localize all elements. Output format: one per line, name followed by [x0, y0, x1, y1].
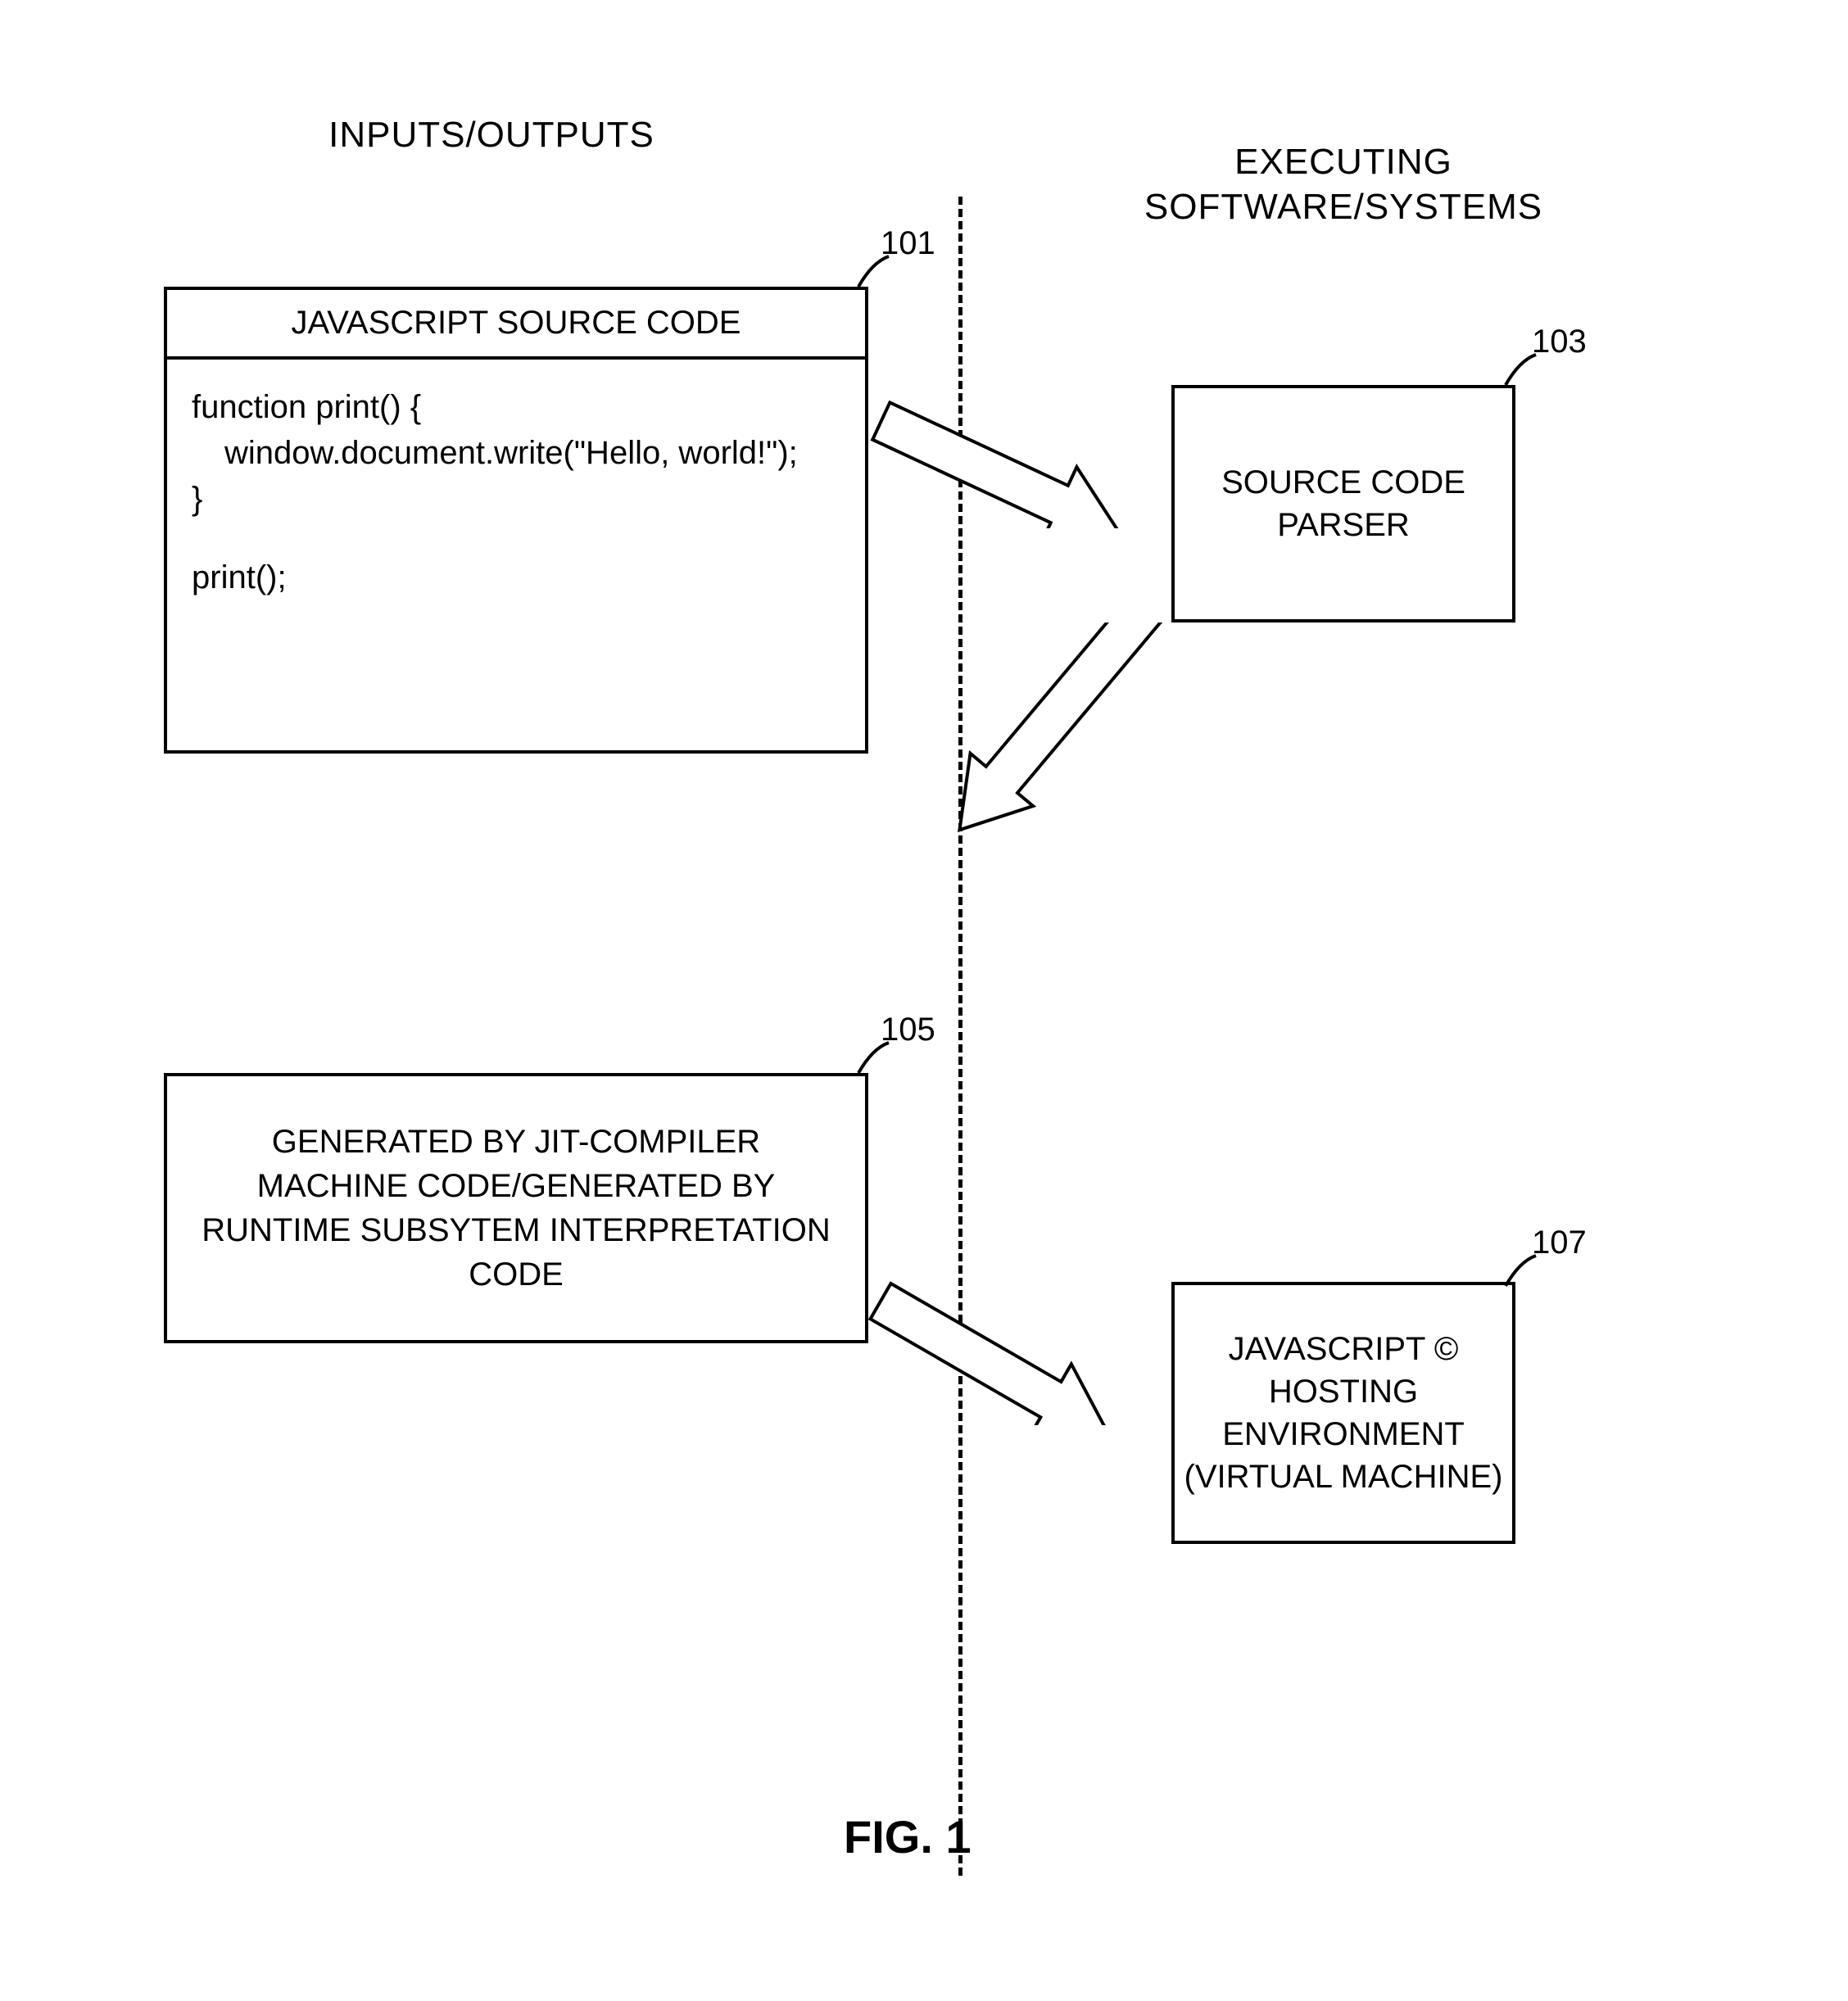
box101-title: JAVASCRIPT SOURCE CODE	[167, 290, 865, 360]
box107-text: JAVASCRIPT © HOSTING ENVIRONMENT (VIRTUA…	[1176, 1320, 1511, 1506]
box103-text: SOURCE CODE PARSER	[1175, 461, 1512, 546]
heading-right-text: EXECUTING SOFTWARE/SYSTEMS	[1144, 142, 1542, 227]
leader-101	[852, 250, 901, 299]
arrow-105-to-107	[868, 1245, 1180, 1425]
arrow-101-to-103	[868, 364, 1180, 528]
box-generated-jit: GENERATED BY JIT-COMPILER MACHINE CODE/G…	[164, 1073, 868, 1343]
code-line-3: }	[192, 476, 840, 522]
heading-executing-systems: EXECUTING SOFTWARE/SYSTEMS	[1130, 94, 1556, 229]
code-line-1: function print() {	[192, 384, 840, 430]
figure-label: FIG. 1	[844, 1810, 972, 1863]
code-line-2: window.document.write("Hello, world!");	[192, 430, 840, 476]
box101-code-body: function print() { window.document.write…	[167, 360, 865, 625]
arrow-103-to-105	[860, 622, 1270, 1081]
heading-left-text: INPUTS/OUTPUTS	[328, 115, 654, 155]
box-javascript-source-code: JAVASCRIPT SOURCE CODE function print() …	[164, 287, 868, 754]
box101-title-text: JAVASCRIPT SOURCE CODE	[292, 305, 741, 341]
box-source-code-parser: SOURCE CODE PARSER	[1171, 385, 1515, 622]
leader-103	[1499, 348, 1548, 397]
heading-inputs-outputs: INPUTS/OUTPUTS	[287, 115, 696, 156]
leader-107	[1499, 1249, 1548, 1298]
diagram-canvas: INPUTS/OUTPUTS EXECUTING SOFTWARE/SYSTEM…	[0, 0, 1848, 2001]
box-hosting-environment: JAVASCRIPT © HOSTING ENVIRONMENT (VIRTUA…	[1171, 1282, 1515, 1544]
box105-text: GENERATED BY JIT-COMPILER MACHINE CODE/G…	[193, 1111, 838, 1305]
code-line-4: print();	[192, 555, 840, 600]
